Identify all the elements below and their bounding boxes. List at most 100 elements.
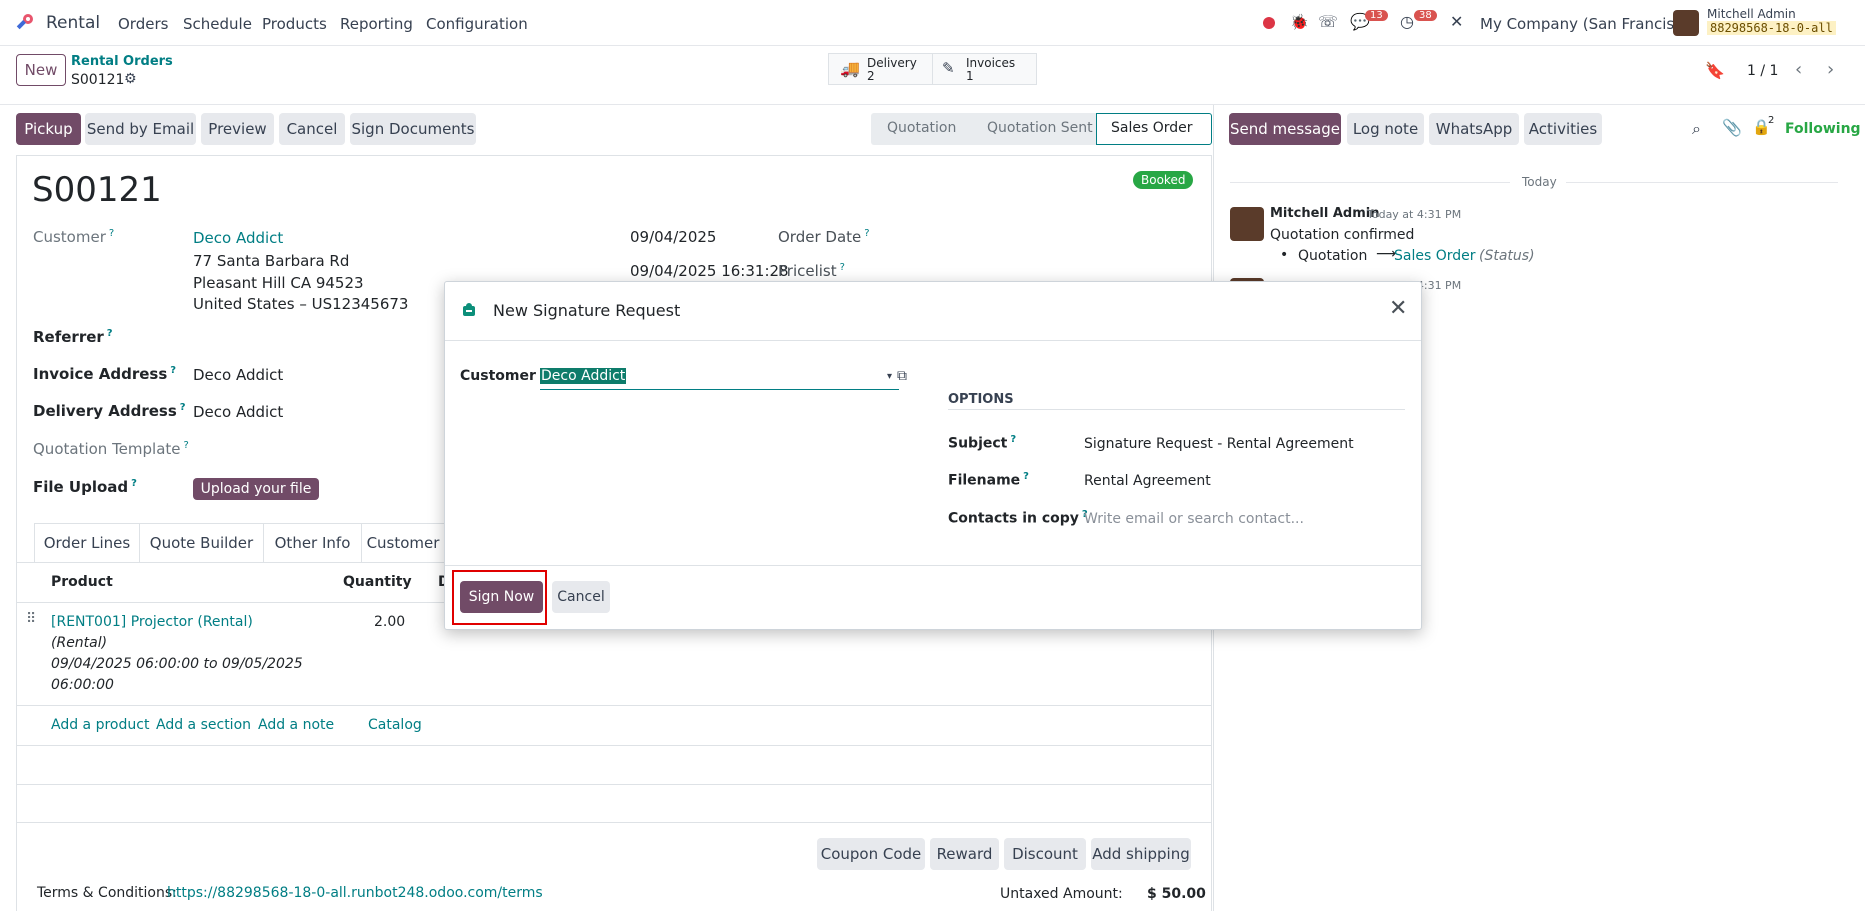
invoice-address-value[interactable]: Deco Addict (193, 366, 283, 384)
subject-value[interactable]: Signature Request - Rental Agreement (1084, 436, 1354, 452)
external-link-icon[interactable]: ⧉ (897, 368, 907, 384)
close-icon[interactable]: ✕ (1389, 296, 1407, 321)
terms-link[interactable]: https://88298568-18-0-all.runbot248.odoo… (167, 885, 543, 901)
pager-prev-icon[interactable]: ‹ (1795, 59, 1802, 80)
quotation-template-label: Quotation Template? (33, 440, 189, 458)
dialog-footer-divider (445, 565, 1421, 566)
discount-button[interactable]: Discount (1004, 838, 1086, 870)
file-upload-label: File Upload? (33, 478, 137, 496)
phone-icon[interactable]: ☏ (1318, 12, 1338, 31)
activities-button[interactable]: Activities (1524, 113, 1602, 145)
coupon-code-button[interactable]: Coupon Code (817, 838, 925, 870)
bookmark-icon[interactable]: 🔖 (1705, 61, 1725, 80)
catalog-link[interactable]: Catalog (368, 717, 422, 733)
tab-other-info[interactable]: Other Info (264, 523, 362, 563)
pricelist-label: Pricelist? (778, 262, 845, 280)
upload-file-button[interactable]: Upload your file (193, 478, 319, 500)
status-sales-order-label: Sales Order (1111, 120, 1193, 136)
menu-configuration[interactable]: Configuration (426, 15, 528, 33)
status-quotation[interactable]: Quotation (887, 120, 956, 136)
gear-icon[interactable]: ⚙ (124, 71, 137, 87)
drag-handle-icon[interactable]: ⠿ (26, 611, 36, 627)
row-divider-2 (16, 745, 1212, 746)
options-heading: OPTIONS (948, 392, 1014, 407)
menu-reporting[interactable]: Reporting (340, 15, 413, 33)
company-switcher[interactable]: My Company (San Francisco) (1480, 15, 1697, 33)
delivery-smart-button[interactable]: 🚚 Delivery 2 (828, 53, 933, 85)
status-quotation-sent[interactable]: Quotation Sent (987, 120, 1093, 136)
pickup-button[interactable]: Pickup (16, 113, 81, 145)
product-link[interactable]: [RENT001] Projector (Rental) (51, 614, 253, 630)
tab-quote-builder[interactable]: Quote Builder (140, 523, 264, 563)
breadcrumb-parent[interactable]: Rental Orders (71, 54, 173, 69)
product-note-1: (Rental) (51, 635, 108, 651)
date-divider-left (1230, 182, 1510, 183)
dialog-cancel-button[interactable]: Cancel (552, 581, 610, 613)
send-email-button[interactable]: Send by Email (85, 113, 196, 145)
dialog-customer-field[interactable]: Deco Addict ▾ (540, 366, 899, 390)
contacts-label: Contacts in copy? (948, 509, 1088, 527)
delivery-label: Delivery (867, 56, 917, 70)
delivery-address-value[interactable]: Deco Addict (193, 403, 283, 421)
datetime-value[interactable]: 09/04/2025 16:31:28 (630, 262, 789, 280)
bug-icon[interactable]: 🐞 (1290, 13, 1309, 31)
contacts-input[interactable]: Write email or search contact... (1084, 511, 1304, 527)
col-product-header[interactable]: Product (51, 574, 113, 590)
sign-documents-button[interactable]: Sign Documents (350, 113, 476, 145)
message-author[interactable]: Mitchell Admin (1270, 206, 1379, 221)
log-note-button[interactable]: Log note (1347, 113, 1424, 145)
search-icon[interactable]: ⌕ (1692, 119, 1701, 139)
subject-label: Subject? (948, 434, 1017, 452)
options-divider (948, 409, 1405, 410)
menu-products[interactable]: Products (262, 15, 327, 33)
rental-app-icon[interactable] (14, 12, 36, 34)
menu-schedule[interactable]: Schedule (183, 15, 252, 33)
dropdown-caret-icon[interactable]: ▾ (887, 371, 892, 382)
add-shipping-button[interactable]: Add shipping (1091, 838, 1191, 870)
invoices-count: 1 (966, 69, 974, 83)
customer-address-line3: United States – US12345673 (193, 295, 409, 313)
order-date-label: Order Date? (778, 228, 870, 246)
tools-icon[interactable]: ✕ (1450, 12, 1463, 31)
cancel-button[interactable]: Cancel (279, 113, 345, 145)
tracking-from: Quotation (1298, 248, 1368, 264)
col-quantity-header[interactable]: Quantity (343, 574, 412, 590)
customer-link[interactable]: Deco Addict (193, 229, 283, 247)
record-dot-icon[interactable] (1263, 17, 1275, 29)
add-note-link[interactable]: Add a note (258, 717, 334, 733)
following-toggle[interactable]: Following (1785, 121, 1861, 137)
whatsapp-button[interactable]: WhatsApp (1429, 113, 1519, 145)
dialog-title: New Signature Request (493, 301, 681, 320)
status-bar: Quotation Quotation Sent Sales Order (871, 113, 1212, 145)
clock-icon[interactable]: ◷ (1400, 12, 1414, 31)
delivery-address-label: Delivery Address? (33, 402, 186, 420)
paperclip-icon[interactable]: 📎 (1722, 118, 1742, 137)
tab-customer[interactable]: Customer (362, 523, 444, 563)
user-name[interactable]: Mitchell Admin (1707, 7, 1796, 21)
quantity-value[interactable]: 2.00 (374, 614, 405, 630)
send-message-button[interactable]: Send message (1229, 113, 1341, 145)
add-product-link[interactable]: Add a product (51, 717, 149, 733)
control-panel: New Rental Orders S00121 ⚙ 🚚 Delivery 2 … (0, 47, 1865, 105)
menu-orders[interactable]: Orders (118, 15, 168, 33)
add-section-link[interactable]: Add a section (156, 717, 251, 733)
status-sales-order[interactable]: Sales Order (1096, 113, 1212, 145)
dialog-header: New Signature Request ✕ (445, 282, 1421, 341)
invoices-smart-button[interactable]: ✎ Invoices 1 (933, 53, 1037, 85)
sign-now-button[interactable]: Sign Now (460, 581, 543, 613)
invoices-label: Invoices (966, 56, 1016, 70)
app-name[interactable]: Rental (46, 13, 100, 33)
date-value[interactable]: 09/04/2025 (630, 228, 716, 246)
pager-next-icon[interactable]: › (1827, 59, 1834, 80)
tab-order-lines[interactable]: Order Lines (34, 523, 140, 563)
truck-icon: 🚚 (840, 59, 860, 78)
preview-button[interactable]: Preview (201, 113, 274, 145)
chat-count-badge: 13 (1365, 10, 1388, 21)
avatar[interactable] (1673, 10, 1699, 36)
pager-value[interactable]: 1 / 1 (1747, 63, 1778, 79)
dialog-customer-label: Customer (460, 368, 536, 384)
new-button[interactable]: New (16, 54, 66, 86)
reward-button[interactable]: Reward (930, 838, 999, 870)
status-badge: Booked (1133, 171, 1194, 189)
filename-value[interactable]: Rental Agreement (1084, 473, 1211, 489)
